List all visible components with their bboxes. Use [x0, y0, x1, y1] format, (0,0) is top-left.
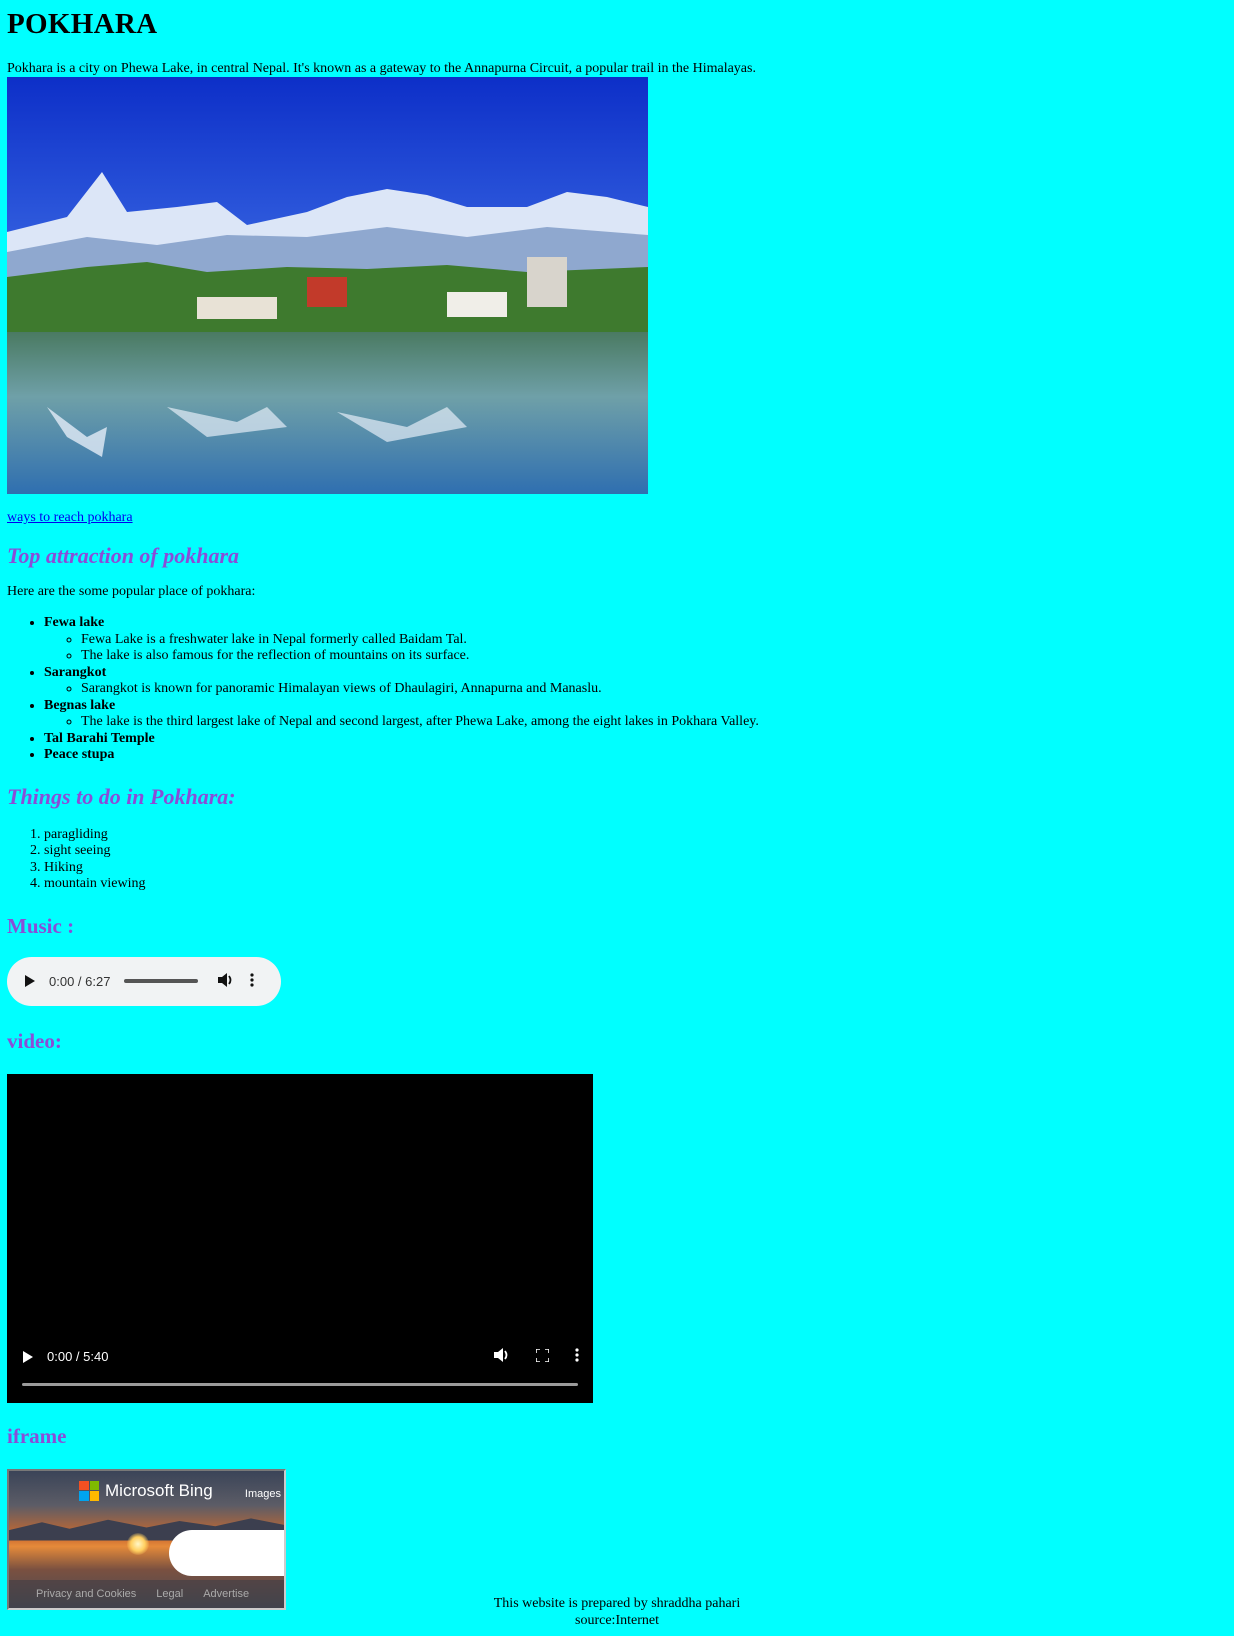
list-item: sight seeing: [44, 843, 1227, 860]
iframe-heading: iframe: [7, 1423, 67, 1448]
video-time: 0:00 / 5:40: [47, 1349, 109, 1364]
ways-to-reach-link[interactable]: ways to reach pokhara: [7, 509, 1227, 526]
list-item: mountain viewing: [44, 876, 1227, 893]
attractions-heading: Top attraction of pokhara: [7, 543, 240, 568]
list-item: paragliding: [44, 827, 1227, 844]
list-item: Sarangkot Sarangkot is known for panoram…: [44, 665, 1227, 698]
volume-icon[interactable]: [218, 972, 234, 990]
volume-icon[interactable]: [494, 1348, 510, 1365]
list-item: Sarangkot is known for panoramic Himalay…: [81, 681, 1227, 698]
list-item: Tal Barahi Temple: [44, 731, 1227, 748]
page-title: POKHARA: [7, 8, 158, 40]
things-to-do-list: paragliding sight seeing Hiking mountain…: [7, 827, 1227, 893]
bing-iframe[interactable]: Microsoft Bing Images Privacy and Cookie…: [7, 1468, 286, 1610]
more-options-icon[interactable]: [250, 972, 255, 990]
play-icon[interactable]: [25, 975, 35, 987]
place-name: Begnas lake: [44, 697, 116, 713]
place-details: The lake is the third largest lake of Ne…: [44, 714, 1227, 731]
video-controls: 0:00 / 5:40: [23, 1347, 579, 1366]
list-item: Hiking: [44, 860, 1227, 877]
list-item: Peace stupa: [44, 747, 1227, 764]
place-details: Fewa Lake is a freshwater lake in Nepal …: [44, 632, 1227, 665]
attractions-intro: Here are the some popular place of pokha…: [7, 584, 256, 599]
source-text: source:Internet: [575, 1612, 659, 1628]
list-item: Fewa lake Fewa Lake is a freshwater lake…: [44, 615, 1227, 665]
intro-text: Pokhara is a city on Phewa Lake, in cent…: [7, 61, 756, 76]
list-item: The lake is also famous for the reflecti…: [81, 648, 1227, 665]
place-name: Sarangkot: [44, 664, 107, 680]
place-name: Tal Barahi Temple: [44, 730, 155, 746]
images-link[interactable]: Images: [245, 1488, 281, 1500]
fullscreen-icon[interactable]: [535, 1347, 550, 1365]
audio-time: 0:00 / 6:27: [49, 973, 111, 989]
list-item: The lake is the third largest lake of Ne…: [81, 714, 1227, 731]
audio-player: 0:00 / 6:27: [7, 956, 281, 1006]
music-heading: Music :: [7, 913, 75, 938]
bing-logo[interactable]: Microsoft Bing: [79, 1480, 213, 1501]
place-name: Peace stupa: [44, 747, 115, 762]
page-footer: This website is prepared by shraddha pah…: [0, 1596, 1234, 1629]
place-details: Sarangkot is known for panoramic Himalay…: [44, 681, 1227, 698]
video-seek-bar[interactable]: [22, 1382, 578, 1386]
search-input[interactable]: [169, 1529, 284, 1576]
video-heading: video:: [7, 1028, 62, 1053]
more-options-icon[interactable]: [575, 1348, 579, 1365]
iframe-sun: [127, 1532, 149, 1555]
pokhara-lake-image: [7, 77, 648, 494]
page-content: POKHARA Pokhara is a city on Phewa Lake,…: [0, 0, 1234, 1610]
bing-brand-text: Microsoft Bing: [105, 1480, 213, 1500]
attractions-list: Fewa lake Fewa Lake is a freshwater lake…: [7, 615, 1227, 764]
list-item: Fewa Lake is a freshwater lake in Nepal …: [81, 632, 1227, 649]
credit-text: This website is prepared by shraddha pah…: [493, 1596, 741, 1611]
audio-seek-bar[interactable]: [124, 979, 199, 983]
place-name: Fewa lake: [44, 615, 105, 630]
microsoft-logo-icon: [79, 1480, 99, 1501]
things-to-do-heading: Things to do in Pokhara:: [7, 783, 236, 809]
play-icon[interactable]: [23, 1350, 33, 1363]
video-player[interactable]: 0:00 / 5:40: [7, 1073, 593, 1403]
list-item: Begnas lake The lake is the third larges…: [44, 698, 1227, 731]
